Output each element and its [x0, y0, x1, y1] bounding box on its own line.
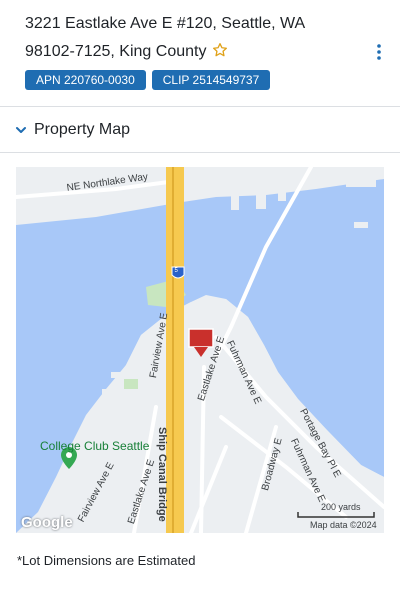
- address-text: 3221 Eastlake Ave E #120, Seattle, WA 98…: [25, 15, 305, 60]
- divider: [0, 152, 400, 153]
- property-map-section-toggle[interactable]: Property Map: [0, 107, 400, 152]
- freeway-label: Ship Canal Bridge: [156, 427, 168, 522]
- clip-badge: CLIP 2514549737: [151, 70, 271, 90]
- lot-dimensions-note: *Lot Dimensions are Estimated: [17, 553, 196, 568]
- property-address: 3221 Eastlake Ave E #120, Seattle, WA 98…: [25, 10, 355, 68]
- section-title: Property Map: [34, 120, 131, 138]
- apn-badge: APN 220760-0030: [25, 70, 146, 90]
- interstate-number: 5: [174, 268, 178, 274]
- property-header: 3221 Eastlake Ave E #120, Seattle, WA 98…: [0, 0, 400, 106]
- poi-label: College Club Seattle: [40, 439, 150, 453]
- identifier-badges: APN 220760-0030 CLIP 2514549737: [25, 70, 271, 90]
- more-options-icon[interactable]: [368, 40, 390, 64]
- property-map[interactable]: NE Northlake Way Fairview Ave E Eastlake…: [16, 167, 384, 533]
- star-outline-icon[interactable]: [212, 40, 228, 68]
- map-provider-logo: Google: [21, 514, 73, 531]
- map-scale-label: 200 yards: [321, 502, 361, 512]
- map-attribution: Map data ©2024: [310, 520, 377, 530]
- chevron-down-icon: [15, 124, 27, 136]
- map-canvas: [16, 167, 384, 533]
